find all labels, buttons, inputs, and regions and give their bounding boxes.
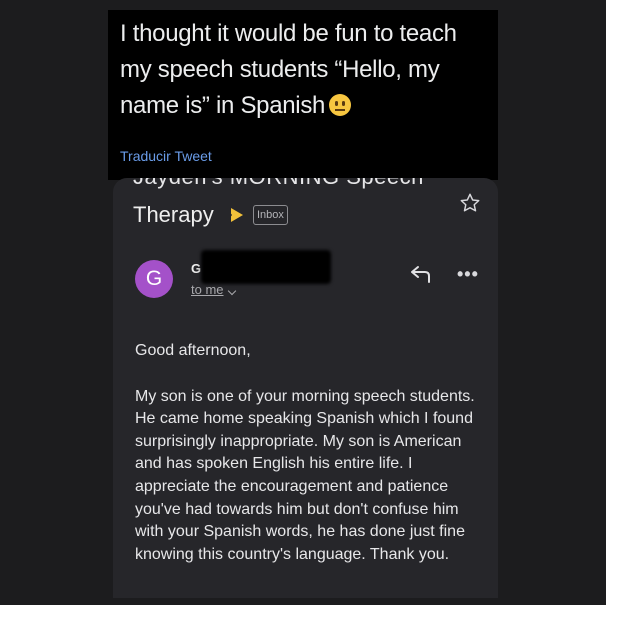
reply-icon[interactable] (409, 264, 433, 284)
redaction-block (201, 250, 331, 284)
importance-marker-icon (227, 208, 243, 222)
email-view: Jayden's MORNING Speech Therapy Inbox G … (113, 178, 498, 598)
email-message: My son is one of your morning speech stu… (135, 387, 475, 563)
tweet: I thought it would be fun to teach my sp… (108, 10, 498, 180)
email-greeting: Good afternoon, (135, 342, 251, 359)
email-subject: Therapy (133, 202, 214, 227)
neutral-face-emoji-icon (329, 94, 352, 116)
chevron-down-icon[interactable] (227, 286, 237, 296)
tweet-text-content: I thought it would be fun to teach my sp… (120, 20, 457, 119)
star-icon[interactable] (459, 192, 481, 214)
more-options-icon[interactable]: ••• (457, 264, 479, 285)
screenshot-frame: I thought it would be fun to teach my sp… (0, 0, 606, 605)
email-subject-partial: Jayden's MORNING Speech (133, 178, 424, 190)
email-body: Good afternoon, My son is one of your mo… (135, 340, 485, 566)
recipient-details-toggle[interactable]: to me (191, 282, 224, 297)
sender-name[interactable]: G (191, 261, 201, 276)
translate-tweet-link[interactable]: Traducir Tweet (120, 148, 212, 164)
sender-avatar[interactable]: G (135, 260, 173, 298)
inbox-label-badge[interactable]: Inbox (253, 205, 288, 225)
tweet-text: I thought it would be fun to teach my sp… (120, 16, 490, 124)
